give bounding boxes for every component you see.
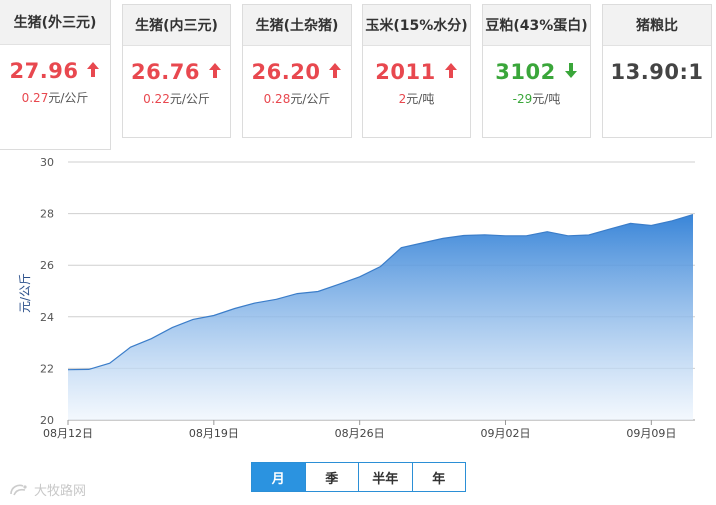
card-price: 2011 — [363, 60, 470, 84]
x-tick-label: 08月19日 — [189, 427, 239, 440]
card-price: 26.20 — [243, 60, 351, 84]
price-value: 3102 — [495, 60, 556, 84]
card-price: 13.90:1 — [603, 60, 711, 84]
tab-month[interactable]: 月 — [252, 463, 305, 491]
change-value: -29 — [512, 92, 533, 106]
card-title: 豆粕(43%蛋白) — [483, 5, 590, 46]
arrow-up-icon — [208, 60, 222, 84]
period-tabs: 月 季 半年 年 — [251, 462, 466, 492]
change-value: 0.28 — [263, 92, 291, 106]
price-value: 13.90:1 — [610, 60, 704, 84]
y-tick-label: 26 — [40, 259, 54, 272]
card-title: 生猪(土杂猪) — [243, 5, 351, 46]
y-tick-label: 20 — [40, 414, 54, 427]
card-corn: 玉米(15%水分) 2011 2元/吨 — [362, 4, 471, 138]
x-tick-label: 08月26日 — [335, 427, 385, 440]
change-unit: 元/公斤 — [48, 91, 89, 105]
card-pig-inner-ternary: 生猪(内三元) 26.76 0.22元/公斤 — [122, 4, 231, 138]
arrow-up-icon — [86, 59, 100, 83]
y-tick-label: 28 — [40, 208, 54, 221]
tab-year[interactable]: 年 — [411, 463, 466, 491]
change-unit: 元/吨 — [406, 92, 435, 106]
card-change: -29元/吨 — [483, 90, 590, 107]
watermark-text: 大牧路网 — [34, 484, 87, 499]
x-axis-ticks: 08月12日 08月19日 08月26日 09月02日 09月09日 — [43, 420, 676, 440]
price-value: 27.96 — [9, 59, 79, 83]
card-change: 2元/吨 — [363, 90, 470, 107]
card-price: 3102 — [483, 60, 590, 84]
card-title: 生猪(外三元) — [0, 0, 110, 45]
y-axis-label: 元/公斤 — [18, 273, 32, 313]
card-title: 玉米(15%水分) — [363, 5, 470, 46]
tab-half-year[interactable]: 半年 — [358, 463, 412, 491]
card-price: 27.96 — [0, 59, 110, 83]
change-unit: 元/吨 — [532, 92, 561, 106]
card-pig-grain-ratio: 猪粮比 13.90:1 — [602, 4, 712, 138]
x-tick-label: 09月09日 — [626, 427, 676, 440]
price-chart: 20 22 24 26 28 30 08月12日 08月19日 08月26日 09月02日 09月… — [0, 150, 716, 450]
arrow-down-icon — [564, 60, 578, 84]
y-axis-ticks: 20 22 24 26 28 30 — [40, 156, 54, 427]
change-value: 0.27 — [21, 91, 49, 105]
price-value: 26.76 — [131, 60, 200, 84]
watermark: 大牧路网 — [8, 480, 86, 499]
card-change: 0.22元/公斤 — [123, 90, 230, 107]
card-price: 26.76 — [123, 60, 230, 84]
y-tick-label: 24 — [40, 311, 54, 324]
card-pig-outer-ternary: 生猪(外三元) 27.96 0.27元/公斤 — [0, 0, 111, 150]
change-unit: 元/公斤 — [290, 92, 331, 106]
card-change: 0.28元/公斤 — [243, 90, 351, 107]
arrow-up-icon — [328, 60, 342, 84]
change-unit: 元/公斤 — [169, 92, 210, 106]
card-pig-native: 生猪(土杂猪) 26.20 0.28元/公斤 — [242, 4, 352, 138]
logo-icon — [10, 484, 27, 495]
change-value: 0.22 — [143, 92, 170, 106]
card-title: 猪粮比 — [603, 5, 711, 46]
area-chart: 20 22 24 26 28 30 08月12日 08月19日 08月26日 09月02日 09月… — [18, 156, 695, 440]
card-change: 0.27元/公斤 — [0, 89, 110, 106]
price-value: 26.20 — [251, 60, 321, 84]
arrow-up-icon — [444, 60, 458, 84]
tab-quarter[interactable]: 季 — [304, 463, 359, 491]
card-soybean-meal: 豆粕(43%蛋白) 3102 -29元/吨 — [482, 4, 591, 138]
price-value: 2011 — [375, 60, 436, 84]
card-title: 生猪(内三元) — [123, 5, 230, 46]
x-tick-label: 09月02日 — [481, 427, 531, 440]
x-tick-label: 08月12日 — [43, 427, 93, 440]
y-tick-label: 30 — [40, 156, 54, 169]
price-cards: 生猪(外三元) 27.96 0.27元/公斤 生猪(内三元) 26.76 0.2… — [0, 0, 716, 150]
y-tick-label: 22 — [40, 362, 54, 375]
